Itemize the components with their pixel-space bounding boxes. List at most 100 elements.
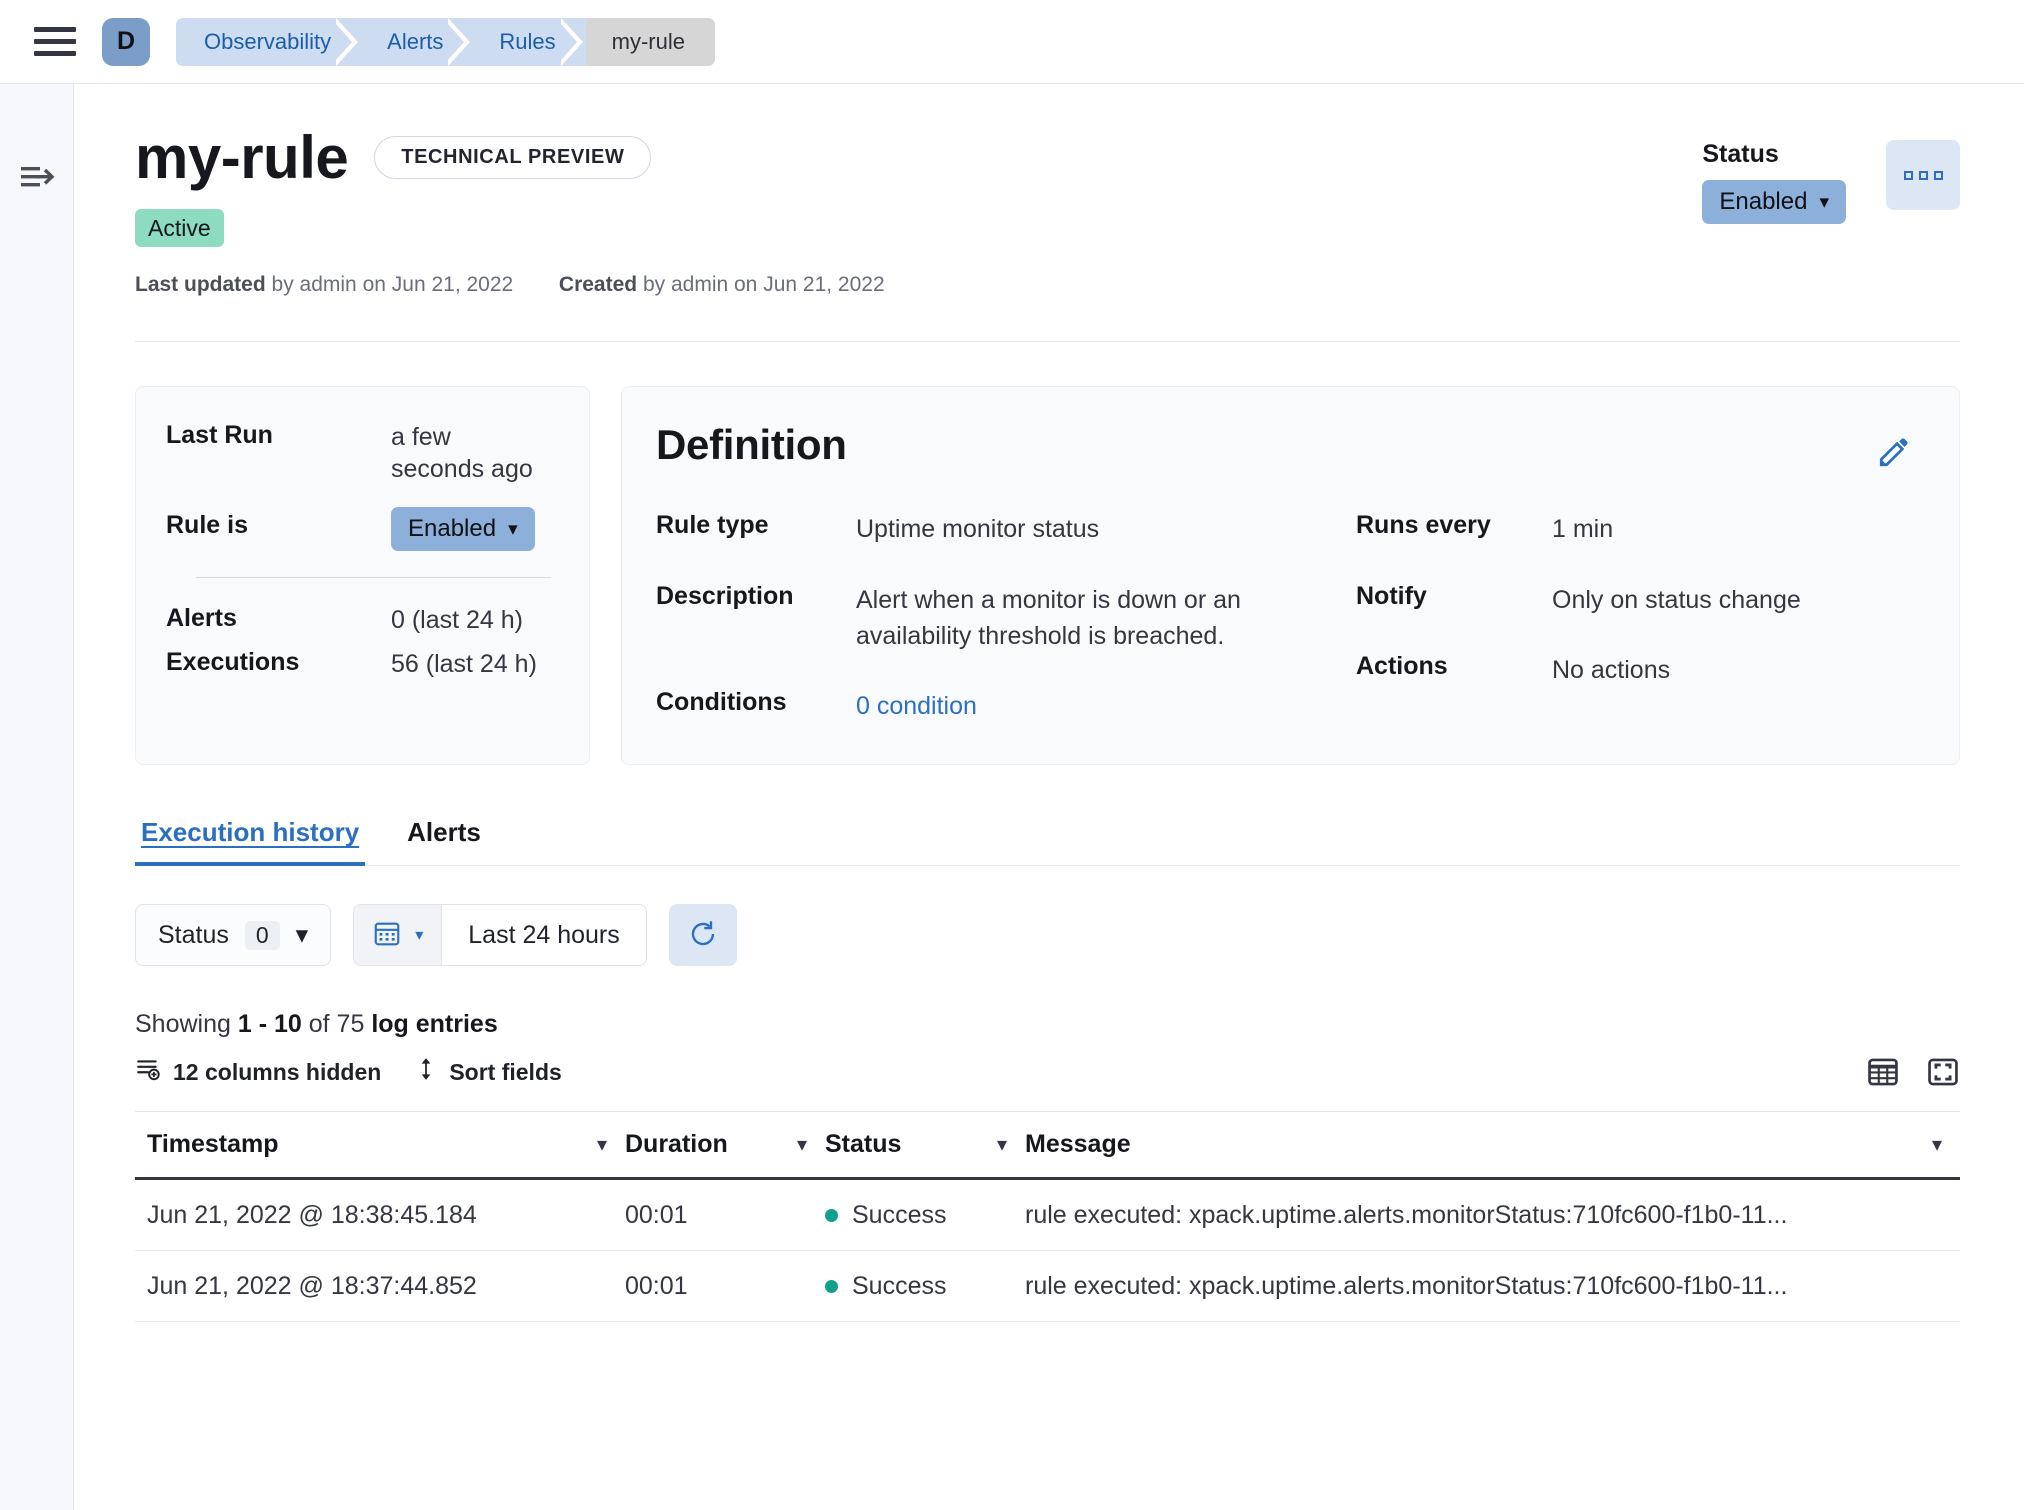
hamburger-bar [34,51,76,56]
chevron-down-icon: ▾ [415,925,423,945]
alerts-value: 0 (last 24 h) [391,604,523,636]
breadcrumb-item-observability[interactable]: Observability [176,18,361,66]
definition-heading: Definition [656,421,1919,469]
calendar-quick-select-button[interactable]: ▾ [354,905,442,965]
tab-label: Alerts [407,817,481,847]
hamburger-bar [34,39,76,44]
hamburger-bar [34,27,76,32]
status-text: Success [852,1272,946,1301]
table-row[interactable]: Jun 21, 2022 @ 18:37:44.852 00:01 Succes… [135,1251,1960,1322]
expand-menu-icon[interactable] [18,157,58,197]
avatar[interactable]: D [102,18,150,66]
tab-label: Execution history [141,817,359,847]
column-label: Timestamp [147,1130,597,1159]
cell-timestamp: Jun 21, 2022 @ 18:37:44.852 [135,1272,625,1301]
notify-row: Notify Only on status change [1356,582,1919,618]
hamburger-icon[interactable] [34,25,76,59]
description-label: Description [656,582,856,655]
main-content: my-rule TECHNICAL PREVIEW Active Last up… [75,84,2024,1510]
status-control: Status Enabled ▾ [1702,126,1846,224]
column-header-status[interactable]: Status ▾ [825,1130,1025,1159]
column-label: Message [1025,1130,1932,1159]
last-updated-label: Last updated [135,273,266,296]
tab-execution-history[interactable]: Execution history [135,817,365,865]
created-label: Created [559,273,637,296]
chevron-down-icon[interactable]: ▾ [1932,1132,1960,1157]
conditions-link[interactable]: 0 condition [856,688,977,724]
conditions-row: Conditions 0 condition [656,688,1346,724]
ellipsis-icon [1904,171,1913,180]
column-header-message[interactable]: Message ▾ [1025,1130,1960,1159]
breadcrumb-chevron-icon [561,18,587,66]
runs-every-row: Runs every 1 min [1356,511,1919,547]
top-navigation-bar: D Observability Alerts Rules my-rule [0,0,2024,84]
chevron-down-icon[interactable]: ▾ [597,1132,625,1157]
sort-fields-button[interactable]: Sort fields [415,1056,561,1088]
avatar-letter: D [117,27,135,56]
sort-icon [415,1056,437,1088]
date-range-input[interactable]: Last 24 hours [442,905,646,965]
chevron-down-icon[interactable]: ▾ [797,1132,825,1157]
filter-bar: Status 0 ▾ [135,904,1960,966]
showing-range: 1 - 10 [238,1010,302,1038]
refresh-icon [688,919,718,952]
status-filter-count: 0 [245,921,280,950]
rule-is-dropdown[interactable]: Enabled ▾ [391,507,535,551]
tab-alerts[interactable]: Alerts [401,817,487,865]
panel-divider [196,577,551,578]
calendar-icon [372,918,402,953]
breadcrumb-item-alerts[interactable]: Alerts [361,18,473,66]
rule-type-value: Uptime monitor status [856,511,1099,547]
status-label: Status [1702,140,1846,169]
columns-hidden-button[interactable]: 12 columns hidden [135,1056,381,1088]
column-header-timestamp[interactable]: Timestamp ▾ [135,1130,625,1159]
status-text: Success [852,1201,946,1230]
breadcrumb-item-my-rule[interactable]: my-rule [586,18,715,66]
rule-status-value: Enabled [1719,188,1807,216]
showing-of: of 75 [309,1010,365,1038]
breadcrumb-label: Rules [499,29,555,55]
last-updated-value: by admin on Jun 21, 2022 [272,273,514,296]
refresh-button[interactable] [669,904,737,966]
notify-value: Only on status change [1552,582,1801,618]
date-range-picker: ▾ Last 24 hours [353,904,647,966]
chevron-down-icon: ▾ [296,920,309,950]
cell-status: Success [825,1201,1025,1230]
page-title: my-rule [135,126,348,190]
column-label: Status [825,1130,997,1159]
breadcrumb-chevron-icon [336,18,362,66]
status-badge: Active [135,209,224,248]
technical-preview-badge: TECHNICAL PREVIEW [374,136,651,179]
chevron-down-icon[interactable]: ▾ [997,1132,1025,1157]
table-row[interactable]: Jun 21, 2022 @ 18:38:45.184 00:01 Succes… [135,1180,1960,1251]
pencil-icon[interactable] [1877,435,1911,474]
rule-type-row: Rule type Uptime monitor status [656,511,1346,547]
rule-status-dropdown[interactable]: Enabled ▾ [1702,180,1846,224]
date-range-value: Last 24 hours [468,921,620,950]
columns-icon [135,1056,161,1088]
status-dot-icon [825,1280,838,1293]
alerts-row: Alerts 0 (last 24 h) [166,604,551,636]
column-header-duration[interactable]: Duration ▾ [625,1130,825,1159]
page-metadata: Last updated by admin on Jun 21, 2022 Cr… [135,273,1702,297]
more-actions-button[interactable] [1886,140,1960,210]
conditions-label: Conditions [656,688,856,724]
header-divider [135,341,1960,342]
rule-is-row: Rule is Enabled ▾ [166,511,551,551]
breadcrumb-chevron-icon [448,18,474,66]
ellipsis-icon [1934,171,1943,180]
status-filter-dropdown[interactable]: Status 0 ▾ [135,904,331,966]
created-value: by admin on Jun 21, 2022 [643,273,885,296]
alerts-label: Alerts [166,604,391,633]
chevron-down-icon: ▾ [508,518,518,541]
fullscreen-icon[interactable] [1926,1055,1960,1089]
breadcrumb-item-rules[interactable]: Rules [473,18,585,66]
ellipsis-icon [1919,171,1928,180]
chevron-down-icon: ▾ [1819,191,1829,214]
table-density-icon[interactable] [1866,1055,1900,1089]
tab-bar: Execution history Alerts [135,817,1960,866]
left-sidebar [0,84,74,1510]
last-run-label: Last Run [166,421,391,450]
cell-message: rule executed: xpack.uptime.alerts.monit… [1025,1201,1960,1230]
cell-duration: 00:01 [625,1201,825,1230]
